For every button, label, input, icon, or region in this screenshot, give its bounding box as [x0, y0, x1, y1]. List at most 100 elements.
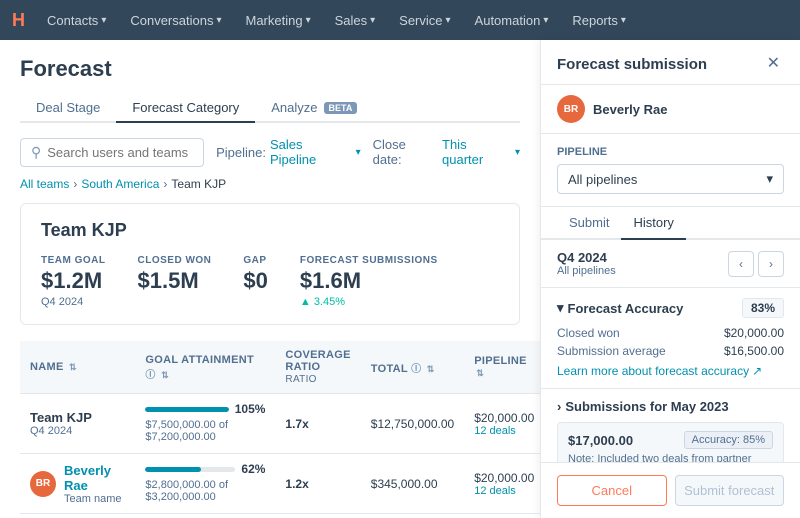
- side-panel: Forecast submission ✕ BR Beverly Rae Pip…: [540, 40, 800, 518]
- reports-chevron-icon: ▾: [621, 15, 626, 26]
- side-panel-title: Forecast submission: [557, 56, 707, 73]
- external-link-icon: ↗: [752, 364, 762, 378]
- submission-amount-1: $17,000.00: [568, 433, 633, 448]
- stat-gap: GAP $0: [243, 255, 267, 308]
- nav-marketing[interactable]: Marketing ▾: [235, 0, 320, 40]
- side-tab-submit[interactable]: Submit: [557, 207, 621, 240]
- search-input[interactable]: [47, 145, 193, 160]
- submission-card-1: $17,000.00 Accuracy: 85% Note: Included …: [557, 422, 784, 462]
- submit-forecast-button[interactable]: Submit forecast: [675, 475, 785, 506]
- cell-name: BR Beverly Rae Team name: [20, 454, 135, 514]
- automation-chevron-icon: ▾: [543, 15, 548, 26]
- cell-total: $12,750,000.00: [361, 394, 464, 454]
- submissions-header[interactable]: › Submissions for May 2023: [557, 399, 784, 414]
- nav-sales[interactable]: Sales ▾: [325, 0, 386, 40]
- cell-name: NN Nolan Nemar Team name: [20, 514, 135, 518]
- cell-coverage-ratio: 2.1x: [275, 514, 360, 518]
- history-period: Q4 2024 All pipelines ‹ ›: [541, 240, 800, 288]
- nav-reports[interactable]: Reports ▾: [562, 0, 636, 40]
- team-card: Team KJP TEAM GOAL $1.2M Q4 2024 CLOSED …: [20, 203, 520, 325]
- team-name: Team KJP: [41, 220, 499, 241]
- cell-goal-attainment: 105% $7,500,000.00 of $7,200,000.00: [135, 394, 275, 454]
- side-tab-history[interactable]: History: [621, 207, 685, 240]
- cell-pipeline: $20,000.00 12 deals: [464, 514, 540, 518]
- side-footer: Cancel Submit forecast: [541, 462, 800, 518]
- name-sort-icon[interactable]: ⇅: [69, 362, 77, 372]
- service-chevron-icon: ▾: [446, 15, 451, 26]
- learn-more-link[interactable]: Learn more about forecast accuracy ↗: [557, 364, 784, 378]
- cell-name: Team KJP Q4 2024: [20, 394, 135, 454]
- goal-attainment-info-icon[interactable]: ⓘ: [145, 370, 155, 381]
- conversations-chevron-icon: ▾: [216, 15, 221, 26]
- table-row: NN Nolan Nemar Team name 62% $1,000.00 o…: [20, 514, 540, 518]
- table-row: BR Beverly Rae Team name 62% $2,800,000.…: [20, 454, 540, 514]
- period-sub: All pipelines: [557, 265, 616, 277]
- main-layout: Forecast Deal Stage Forecast Category An…: [0, 40, 800, 518]
- breadcrumb: All teams › South America › Team KJP: [20, 177, 520, 191]
- period-title: Q4 2024: [557, 250, 616, 265]
- pipeline-select[interactable]: All pipelines ▾: [557, 164, 784, 194]
- accuracy-pct-badge: 83%: [742, 298, 784, 318]
- next-period-button[interactable]: ›: [758, 251, 784, 277]
- stats-row: TEAM GOAL $1.2M Q4 2024 CLOSED WON $1.5M…: [41, 255, 499, 308]
- close-panel-button[interactable]: ✕: [763, 54, 784, 74]
- nav-contacts[interactable]: Contacts ▾: [37, 0, 116, 40]
- nav-arrows: ‹ ›: [728, 251, 784, 277]
- closedate-chevron-icon: ▾: [515, 147, 520, 158]
- cell-coverage-ratio: 1.2x: [275, 454, 360, 514]
- cancel-button[interactable]: Cancel: [557, 475, 667, 506]
- col-goal-attainment: GOAL ATTAINMENT ⓘ ⇅: [135, 341, 275, 394]
- close-date-filter[interactable]: Close date: This quarter ▾: [373, 137, 520, 167]
- stat-forecast: FORECAST SUBMISSIONS $1.6M ▲ 3.45%: [300, 255, 438, 308]
- total-info-icon[interactable]: ⓘ: [411, 364, 421, 375]
- side-user-row: BR Beverly Rae: [541, 85, 800, 134]
- main-tabs: Deal Stage Forecast Category Analyze BET…: [20, 94, 520, 123]
- pipeline-select-chevron-icon: ▾: [766, 171, 773, 187]
- prev-period-button[interactable]: ‹: [728, 251, 754, 277]
- side-tabs: Submit History: [541, 207, 800, 240]
- tab-analyze[interactable]: Analyze BETA: [255, 94, 373, 123]
- cell-pipeline: $20,000.00 12 deals: [464, 394, 540, 454]
- nav-automation[interactable]: Automation ▾: [465, 0, 559, 40]
- breadcrumb-all-teams[interactable]: All teams: [20, 177, 69, 191]
- beta-badge: BETA: [324, 102, 358, 114]
- side-panel-header: Forecast submission ✕: [541, 40, 800, 85]
- col-name: NAME ⇅: [20, 341, 135, 394]
- tab-forecast-category[interactable]: Forecast Category: [116, 94, 255, 123]
- collapse-submissions-icon: ›: [557, 399, 561, 414]
- goal-sort-icon[interactable]: ⇅: [161, 370, 169, 380]
- total-sort-icon[interactable]: ⇅: [427, 364, 435, 374]
- data-table: NAME ⇅ GOAL ATTAINMENT ⓘ ⇅ COVERAGE RATI…: [20, 341, 540, 518]
- submission-note-1: Note: Included two deals from partner co…: [568, 453, 773, 462]
- cell-coverage-ratio: 1.7x: [275, 394, 360, 454]
- cell-total: $345,000.00: [361, 514, 464, 518]
- forecast-accuracy-section: ▾ Forecast Accuracy 83% Closed won $20,0…: [541, 288, 800, 389]
- search-box[interactable]: ⚲: [20, 138, 204, 167]
- cell-pipeline: $20,000.00 12 deals: [464, 454, 540, 514]
- pipeline-sort-icon[interactable]: ⇅: [476, 368, 484, 378]
- side-user-name: Beverly Rae: [593, 102, 667, 117]
- filters-row: ⚲ Pipeline: Sales Pipeline ▾ Close date:…: [20, 137, 520, 167]
- table-row: Team KJP Q4 2024 105% $7,500,000.00 of $…: [20, 394, 540, 454]
- breadcrumb-current: Team KJP: [171, 177, 226, 191]
- stat-team-goal: TEAM GOAL $1.2M Q4 2024: [41, 255, 106, 308]
- collapse-accuracy-icon: ▾: [557, 300, 564, 316]
- pipeline-filter[interactable]: Pipeline: Sales Pipeline ▾: [216, 137, 361, 167]
- page-title: Forecast: [20, 56, 520, 82]
- tab-deal-stage[interactable]: Deal Stage: [20, 94, 116, 123]
- marketing-chevron-icon: ▾: [306, 15, 311, 26]
- top-navigation: H Contacts ▾ Conversations ▾ Marketing ▾…: [0, 0, 800, 40]
- nav-conversations[interactable]: Conversations ▾: [120, 0, 231, 40]
- search-icon: ⚲: [31, 144, 41, 161]
- accuracy-header[interactable]: ▾ Forecast Accuracy 83%: [557, 298, 784, 318]
- hubspot-logo: H: [12, 10, 25, 31]
- side-user-avatar: BR: [557, 95, 585, 123]
- nav-service[interactable]: Service ▾: [389, 0, 460, 40]
- history-content: Q4 2024 All pipelines ‹ › ▾ Forecast Acc…: [541, 240, 800, 462]
- pipeline-section: Pipeline All pipelines ▾: [541, 134, 800, 207]
- breadcrumb-south-america[interactable]: South America: [81, 177, 159, 191]
- cell-goal-attainment: 62% $1,000.00 of $2,000,000.00: [135, 514, 275, 518]
- sales-chevron-icon: ▾: [370, 15, 375, 26]
- cell-goal-attainment: 62% $2,800,000.00 of $3,200,000.00: [135, 454, 275, 514]
- pipeline-chevron-icon: ▾: [356, 147, 361, 158]
